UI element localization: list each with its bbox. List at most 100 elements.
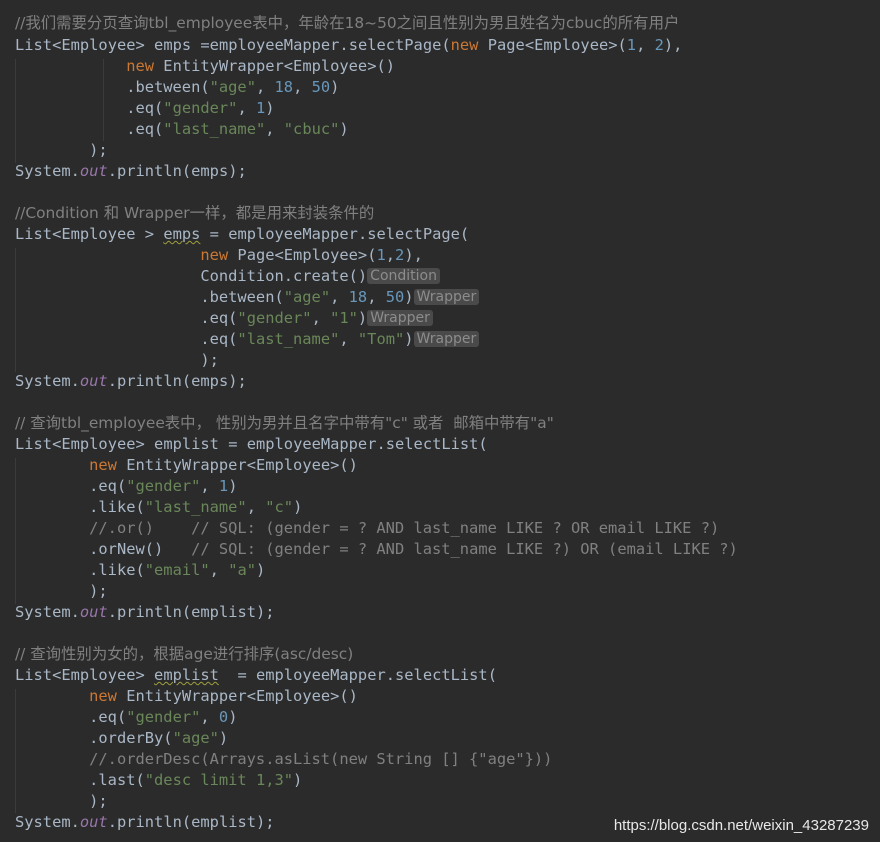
code-line: // 查询tbl_employee表中， 性别为男并且名字中带有"c" 或者 邮… xyxy=(15,413,554,434)
number: 2 xyxy=(395,246,405,264)
variable: employeeMapper xyxy=(209,36,340,54)
string-literal: "gender" xyxy=(126,708,201,726)
code-line: new EntityWrapper<Employee>() xyxy=(126,57,395,75)
keyword: new xyxy=(126,57,155,75)
string-literal: "gender" xyxy=(126,477,201,495)
string-literal: "last_name" xyxy=(144,498,247,516)
type-name: Employee xyxy=(61,435,136,453)
class-name: System xyxy=(15,162,71,180)
method: create xyxy=(293,267,349,285)
method: eq xyxy=(98,477,117,495)
type-name: EntityWrapper xyxy=(163,57,284,75)
code-line: .eq("gender", 1) xyxy=(15,477,238,495)
class-name: Condition xyxy=(200,267,284,285)
type-name: List xyxy=(15,36,53,54)
string-literal: "1" xyxy=(330,309,358,327)
code-editor[interactable]: //我们需要分页查询tbl_employee表中，年龄在18~50之间且性别为男… xyxy=(0,0,880,842)
code-line: .eq("last_name", "Tom") Wrapper xyxy=(15,329,480,350)
code-line: System.out.println(emplist); xyxy=(15,813,275,831)
string-literal: "last_name" xyxy=(163,120,266,138)
type-name: Employee xyxy=(534,36,609,54)
code-comment: // 查询性别为女的，根据age进行排序(asc/desc) xyxy=(15,645,354,663)
string-literal: "age" xyxy=(172,729,219,747)
code-line: .orNew() // SQL: (gender = ? AND last_na… xyxy=(15,540,738,558)
code-comment: //.orderDesc(Arrays.asList(new String []… xyxy=(89,750,553,768)
type-name: List xyxy=(15,435,53,453)
code-line: System.out.println(emps); xyxy=(15,162,247,180)
type-name: EntityWrapper xyxy=(126,456,247,474)
code-line: // 查询性别为女的，根据age进行排序(asc/desc) xyxy=(15,644,353,665)
code-line: .last("desc limit 1,3") xyxy=(15,771,303,789)
code-line: new Page<Employee>(1,2), xyxy=(200,246,423,264)
code-comment: // SQL: (gender = ? AND last_name LIKE ?… xyxy=(191,540,738,558)
variable: emps xyxy=(191,162,229,180)
method: between xyxy=(135,78,201,96)
static-field: out xyxy=(79,162,108,180)
type-name: Employee xyxy=(61,36,136,54)
variable: emplist xyxy=(191,603,257,621)
variable: employeeMapper xyxy=(256,666,386,684)
variable: emplist xyxy=(154,666,219,684)
number: 0 xyxy=(218,708,229,726)
code-comment: // 查询tbl_employee表中， 性别为男并且名字中带有"c" 或者 邮… xyxy=(15,414,554,432)
code-line: List<Employee> emplist = employeeMapper.… xyxy=(15,435,488,453)
method: like xyxy=(98,498,136,516)
static-field: out xyxy=(79,603,108,621)
string-literal: "last_name" xyxy=(237,330,340,348)
variable: emps xyxy=(191,372,229,390)
code-line: .between("age", 18, 50) Wrapper xyxy=(15,287,480,308)
variable: employeeMapper xyxy=(228,225,358,243)
number: 1 xyxy=(255,99,266,117)
variable: emplist xyxy=(191,813,257,831)
code-line: Condition.create() Condition xyxy=(15,266,440,287)
number: 1 xyxy=(218,477,229,495)
type-name: Employee xyxy=(61,225,136,243)
type-name: Page xyxy=(237,246,275,264)
keyword: new xyxy=(89,456,117,474)
keyword: new xyxy=(89,687,117,705)
class-name: System xyxy=(15,603,71,621)
type-name: Employee xyxy=(283,246,358,264)
code-line: .like("last_name", "c") xyxy=(15,498,303,516)
watermark-url: https://blog.csdn.net/weixin_43287239 xyxy=(613,817,869,834)
type-name: List xyxy=(15,666,53,684)
static-field: out xyxy=(79,813,108,831)
code-line: ); xyxy=(15,141,108,159)
method: eq xyxy=(135,99,155,117)
number: 1 xyxy=(626,36,637,54)
method: eq xyxy=(209,309,229,327)
code-line: .eq("gender", 1) xyxy=(15,99,275,117)
code-line: .like("email", "a") xyxy=(15,561,266,579)
code-line: .eq("gender", "1") Wrapper xyxy=(15,308,433,329)
code-line: ); xyxy=(15,351,219,369)
method: selectList xyxy=(385,435,479,453)
method: selectPage xyxy=(367,225,460,243)
method: eq xyxy=(209,330,229,348)
string-literal: "email" xyxy=(144,561,210,579)
number: 50 xyxy=(311,78,331,96)
number: 50 xyxy=(385,288,405,306)
string-literal: "a" xyxy=(228,561,256,579)
keyword: new xyxy=(450,36,479,54)
code-line: List<Employee > emps = employeeMapper.se… xyxy=(15,225,470,243)
keyword: new xyxy=(200,246,229,264)
string-literal: "Tom" xyxy=(357,330,405,348)
string-literal: "gender" xyxy=(237,309,312,327)
code-line: .orderBy("age") xyxy=(15,729,229,747)
method: last xyxy=(98,771,136,789)
code-line: //.or() // SQL: (gender = ? AND last_nam… xyxy=(15,518,719,539)
code-line: List<Employee> emps =employeeMapper.sele… xyxy=(15,36,683,54)
class-name: System xyxy=(15,372,71,390)
variable: emps xyxy=(163,225,201,243)
method: println xyxy=(116,603,182,621)
code-line: new EntityWrapper<Employee>() xyxy=(89,456,358,474)
code-line: .eq("gender", 0) xyxy=(15,708,238,726)
method: eq xyxy=(135,120,155,138)
string-literal: "age" xyxy=(283,288,331,306)
string-literal: "c" xyxy=(265,498,294,516)
method: orderBy xyxy=(98,729,164,747)
type-name: EntityWrapper xyxy=(126,687,247,705)
method: println xyxy=(116,813,182,831)
method: selectPage xyxy=(348,36,442,54)
code-comment: //我们需要分页查询tbl_employee表中，年龄在18~50之间且性别为男… xyxy=(15,14,680,32)
